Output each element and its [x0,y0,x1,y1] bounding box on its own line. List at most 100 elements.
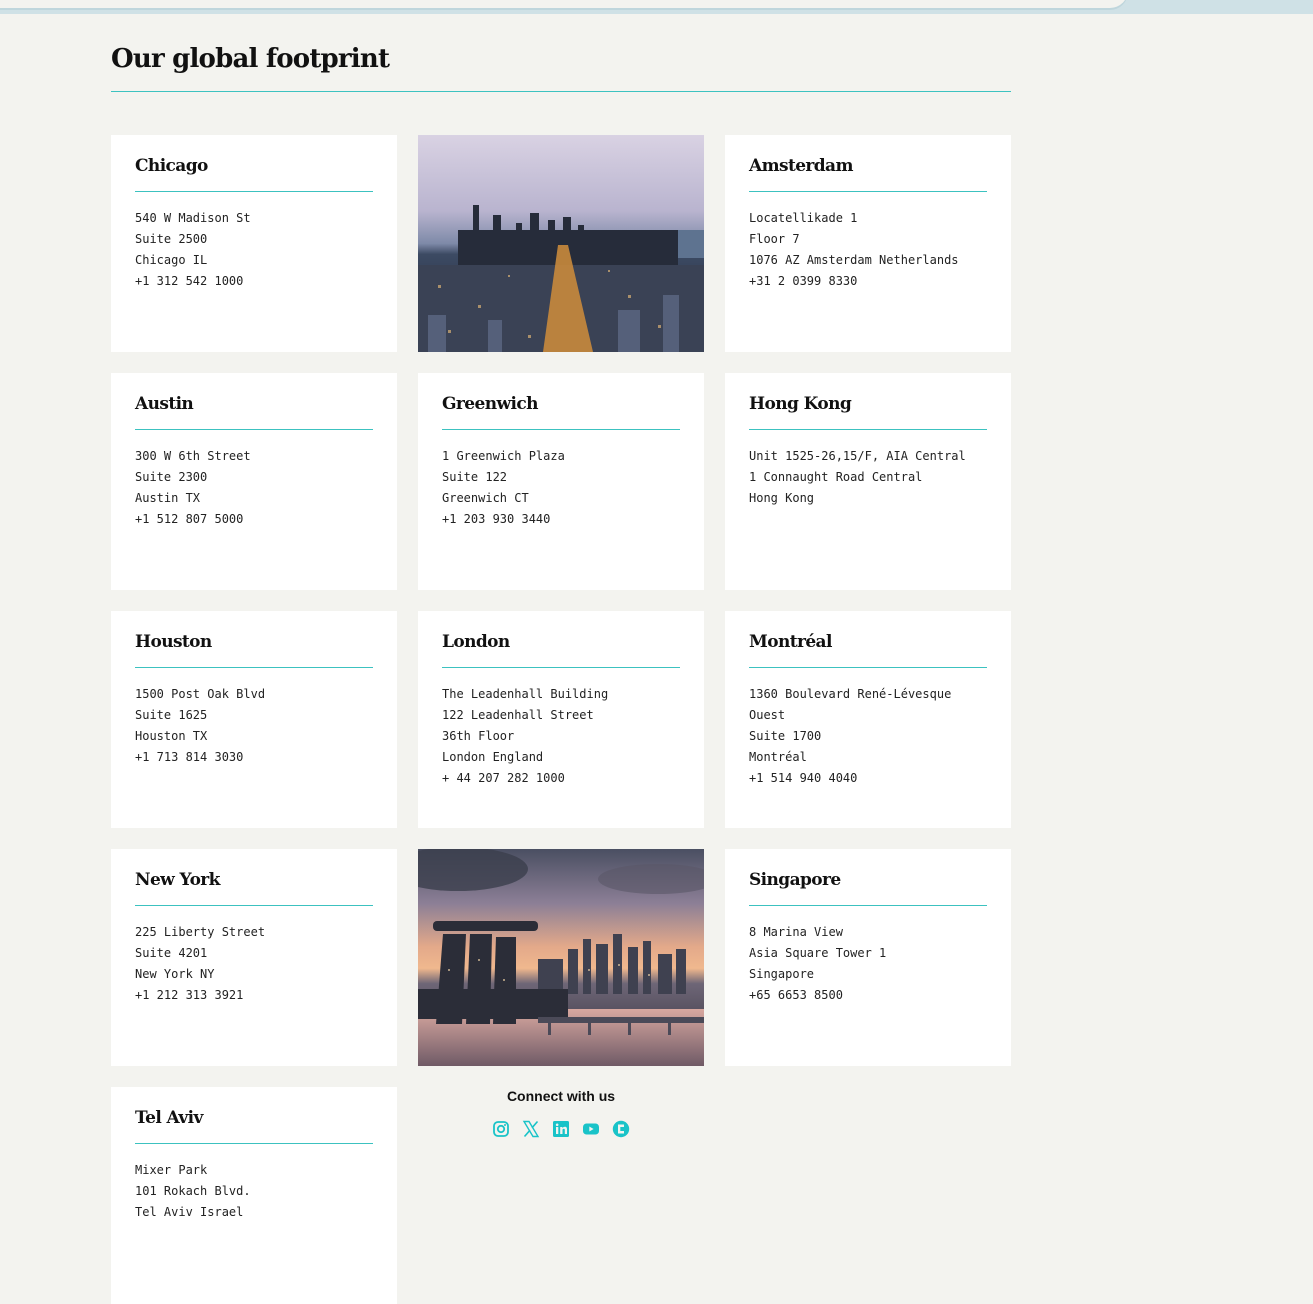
address-line: 1076 AZ Amsterdam Netherlands [749,253,959,267]
address-line: Singapore [749,967,815,981]
office-phone: +1 512 807 5000 [135,512,244,526]
office-card-greenwich: Greenwich 1 Greenwich Plaza Suite 122 Gr… [418,373,704,590]
address-line: 1 Connaught Road Central [749,470,923,484]
office-address: 225 Liberty Street Suite 4201 New York N… [135,922,373,1006]
address-line: 101 Rokach Blvd. [135,1184,251,1198]
address-line: Chicago IL [135,253,208,267]
card-divider [135,1143,373,1144]
office-card-austin: Austin 300 W 6th Street Suite 2300 Austi… [111,373,397,590]
card-divider [749,667,987,668]
top-banner-edge [0,0,1313,14]
office-address: Locatellikade 1 Floor 7 1076 AZ Amsterda… [749,208,987,292]
banner-bottom [0,0,1128,8]
address-line: 225 Liberty Street [135,925,266,939]
card-divider [135,667,373,668]
card-divider [135,905,373,906]
office-city: Austin [135,394,194,414]
office-card-amsterdam: Amsterdam Locatellikade 1 Floor 7 1076 A… [725,135,1011,352]
connect-title: Connect with us [506,1088,616,1104]
office-address: Unit 1525-26,15/F, AIA Central 1 Connaug… [749,446,987,509]
office-city: Singapore [749,870,841,890]
glassdoor-icon[interactable] [612,1120,630,1138]
office-address: The Leadenhall Building 122 Leadenhall S… [442,684,680,789]
office-address: 1360 Boulevard René-Lévesque Ouest Suite… [749,684,987,789]
address-line: The Leadenhall Building [442,687,609,701]
address-line: Floor 7 [749,232,800,246]
address-line: Greenwich CT [442,491,529,505]
address-line: Suite 2300 [135,470,208,484]
address-line: 300 W 6th Street [135,449,251,463]
address-line: 8 Marina View [749,925,843,939]
office-city: Hong Kong [749,394,852,414]
card-divider [749,191,987,192]
card-divider [749,429,987,430]
address-line: Suite 2500 [135,232,208,246]
address-line: Hong Kong [749,491,815,505]
card-divider [135,191,373,192]
address-line: Mixer Park [135,1163,208,1177]
office-address: 1 Greenwich Plaza Suite 122 Greenwich CT… [442,446,680,530]
office-phone: + 44 207 282 1000 [442,771,565,785]
youtube-icon[interactable] [582,1120,600,1138]
address-line: Asia Square Tower 1 [749,946,887,960]
card-divider [442,667,680,668]
social-connect: Connect with us [418,1088,704,1138]
section-title: Our global footprint [111,44,390,74]
address-line: Tel Aviv Israel [135,1205,244,1219]
address-line: 1500 Post Oak Blvd [135,687,266,701]
address-line: London England [442,750,544,764]
office-city: Houston [135,632,212,652]
address-line: Montréal [749,750,807,764]
office-phone: +1 203 930 3440 [442,512,551,526]
address-line: Ouest [749,708,786,722]
office-card-houston: Houston 1500 Post Oak Blvd Suite 1625 Ho… [111,611,397,828]
office-address: 1500 Post Oak Blvd Suite 1625 Houston TX… [135,684,373,768]
office-phone: +1 212 313 3921 [135,988,244,1002]
chicago-city-photo [418,135,704,352]
address-line: Suite 122 [442,470,508,484]
office-card-singapore: Singapore 8 Marina View Asia Square Towe… [725,849,1011,1066]
address-line: Suite 1625 [135,708,208,722]
address-line: 122 Leadenhall Street [442,708,594,722]
x-icon[interactable] [522,1120,540,1138]
address-line: New York NY [135,967,215,981]
office-city: London [442,632,510,652]
social-links [418,1120,704,1138]
office-phone: +65 6653 8500 [749,988,843,1002]
address-line: Suite 1700 [749,729,822,743]
office-city: Chicago [135,156,208,176]
address-line: Suite 4201 [135,946,208,960]
singapore-city-photo [418,849,704,1066]
office-city: Tel Aviv [135,1108,203,1128]
linkedin-icon[interactable] [552,1120,570,1138]
office-phone: +1 312 542 1000 [135,274,244,288]
office-card-new-york: New York 225 Liberty Street Suite 4201 N… [111,849,397,1066]
office-city: Greenwich [442,394,538,414]
office-city: Amsterdam [749,156,853,176]
card-divider [749,905,987,906]
office-city: New York [135,870,220,890]
address-line: 1360 Boulevard René-Lévesque [749,687,952,701]
office-address: 300 W 6th Street Suite 2300 Austin TX +1… [135,446,373,530]
office-address: 8 Marina View Asia Square Tower 1 Singap… [749,922,987,1006]
address-line: 36th Floor [442,729,515,743]
address-line: 1 Greenwich Plaza [442,449,565,463]
office-phone: +1 514 940 4040 [749,771,858,785]
office-card-london: London The Leadenhall Building 122 Leade… [418,611,704,828]
office-card-chicago: Chicago 540 W Madison St Suite 2500 Chic… [111,135,397,352]
card-divider [135,429,373,430]
address-line: Austin TX [135,491,201,505]
office-address: Mixer Park 101 Rokach Blvd. Tel Aviv Isr… [135,1160,373,1223]
address-line: 540 W Madison St [135,211,251,225]
card-divider [442,429,680,430]
office-address: 540 W Madison St Suite 2500 Chicago IL +… [135,208,373,292]
office-phone: +31 2 0399 8330 [749,274,858,288]
address-line: Unit 1525-26,15/F, AIA Central [749,449,966,463]
office-phone: +1 713 814 3030 [135,750,244,764]
title-divider [111,91,1011,92]
address-line: Houston TX [135,729,208,743]
office-city: Montréal [749,632,832,652]
instagram-icon[interactable] [492,1120,510,1138]
address-line: Locatellikade 1 [749,211,858,225]
office-card-hong-kong: Hong Kong Unit 1525-26,15/F, AIA Central… [725,373,1011,590]
